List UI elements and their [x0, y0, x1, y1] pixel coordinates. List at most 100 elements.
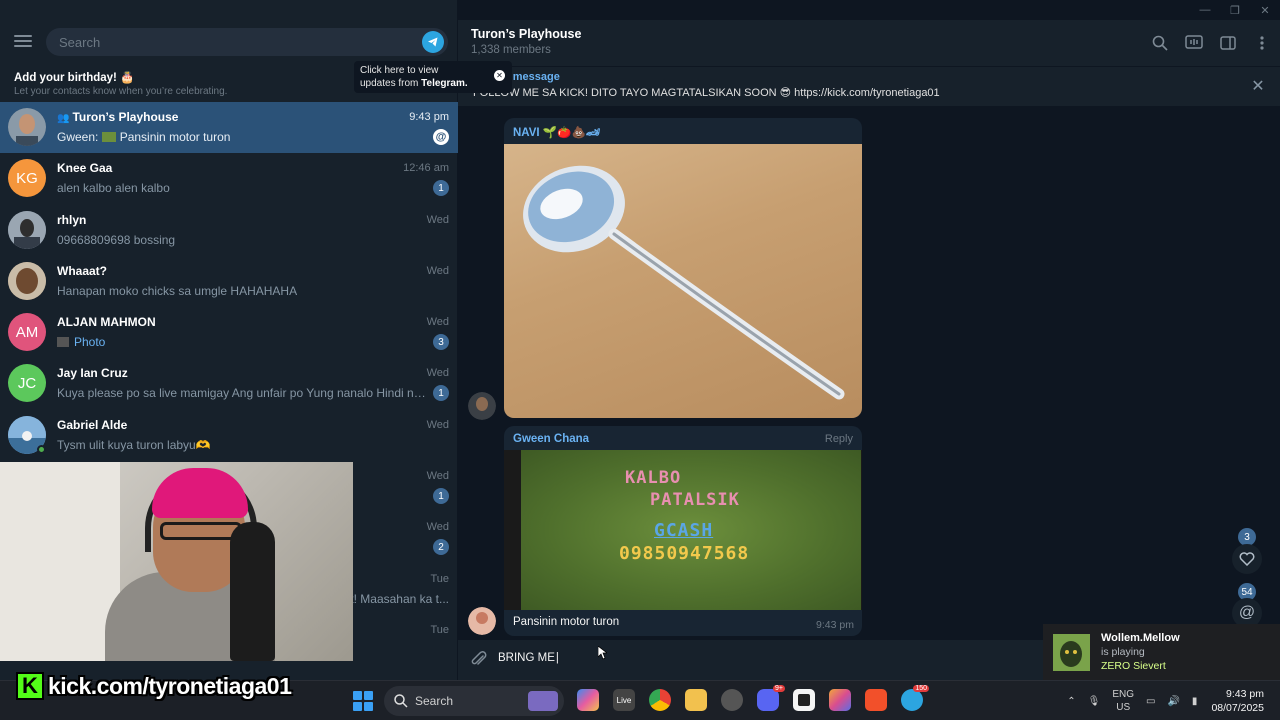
- chat-name: Whaaat?: [57, 263, 108, 278]
- mention-badge: @: [433, 129, 449, 145]
- pinned-message-bar[interactable]: Pinned message FOLLOW ME SA KICK! DITO T…: [458, 66, 1280, 106]
- app-square-icon[interactable]: [793, 689, 815, 711]
- taskbar-apps: Live 9+ 150: [577, 685, 929, 711]
- language-indicator[interactable]: ENG US: [1112, 688, 1134, 714]
- activity-toast[interactable]: Wollem.Mellow is playing ZERO Sievert: [1043, 624, 1280, 680]
- spoon-photo[interactable]: [504, 144, 862, 418]
- pinned-text: FOLLOW ME SA KICK! DITO TAYO MAGTATALSIK…: [473, 87, 940, 99]
- chat-preview: at! Maasahan ka t...: [343, 591, 449, 606]
- window-controls: — ❐ ✕: [1190, 0, 1280, 20]
- avatar: AM: [8, 313, 46, 352]
- toast-username: Wollem.Mellow: [1101, 632, 1180, 644]
- game-screenshot[interactable]: KALBO PATALSIK GCASH 09850947568: [504, 450, 862, 610]
- chat-item-jay-ian-cruz[interactable]: JC Jay Ian Cruz Wed Kuya please po sa li…: [0, 358, 458, 409]
- copilot-icon[interactable]: [577, 689, 599, 711]
- chat-header[interactable]: Turon’s Playhouse 1,338 members: [458, 20, 1280, 66]
- chrome-icon[interactable]: [649, 689, 671, 711]
- network-icon[interactable]: ▭: [1146, 695, 1155, 708]
- brave-icon[interactable]: [865, 689, 887, 711]
- attach-icon[interactable]: [470, 651, 488, 669]
- live-icon[interactable]: Live: [613, 689, 635, 711]
- chat-item-rhlyn[interactable]: rhlyn Wed 09668809698 bossing: [0, 205, 458, 256]
- tooltip-close-icon[interactable]: ✕: [494, 70, 505, 81]
- close-window-button[interactable]: ✕: [1250, 0, 1280, 20]
- chat-time: Wed: [426, 521, 449, 534]
- chat-item-knee-gaa[interactable]: KG Knee Gaa 12:46 am alen kalbo alen kal…: [0, 153, 458, 204]
- widgets-icon[interactable]: [528, 691, 558, 711]
- chat-item-whaaat[interactable]: Whaaat? Wed Hanapan moko chicks sa umgle…: [0, 256, 458, 307]
- close-icon[interactable]: ✕: [1250, 78, 1266, 95]
- toast-status: is playing: [1101, 646, 1145, 658]
- file-explorer-icon[interactable]: [685, 689, 707, 711]
- search-box: [46, 28, 448, 56]
- kick-logo-icon: K: [16, 672, 44, 700]
- message-bubble-photo[interactable]: NAVI 🌱🍅💩🏎: [504, 118, 862, 418]
- chat-name: Gabriel Alde: [57, 417, 128, 432]
- unread-badge: 2: [433, 539, 449, 556]
- voice-chat-icon[interactable]: [1184, 33, 1204, 53]
- more-icon[interactable]: [1252, 33, 1272, 53]
- clock[interactable]: 9:43 pm 08/07/2025: [1211, 687, 1264, 715]
- chevron-up-icon[interactable]: ⌃: [1067, 695, 1075, 708]
- discord-icon[interactable]: 9+: [757, 685, 785, 711]
- start-icon[interactable]: [353, 691, 373, 711]
- message-sender[interactable]: Gween Chana: [504, 426, 862, 450]
- telegram-icon[interactable]: 150: [901, 685, 929, 711]
- sender-avatar[interactable]: [468, 392, 496, 420]
- sender-avatar[interactable]: [468, 607, 496, 635]
- message-input[interactable]: BRING ME: [498, 652, 559, 664]
- chat-preview: Photo: [57, 335, 105, 349]
- gallery-icon[interactable]: [829, 689, 851, 711]
- chat-time: Wed: [426, 316, 449, 329]
- taskbar-search[interactable]: Search: [384, 686, 564, 716]
- unread-badge: 1: [433, 180, 449, 197]
- maximize-button[interactable]: ❐: [1220, 0, 1250, 20]
- chat-item-gabriel-alde[interactable]: Gabriel Alde Wed Tysm ulit kuya turon la…: [0, 410, 458, 461]
- search-input[interactable]: [46, 28, 406, 56]
- chat-time: 12:46 am: [403, 162, 449, 175]
- tooltip-line-1: Click here to view: [360, 65, 439, 76]
- avatar: [8, 261, 46, 300]
- unread-badge: 1: [433, 385, 449, 402]
- chat-preview: Gween: Pansinin motor turon: [57, 130, 231, 144]
- chat-preview: Kuya please po sa live mamigay Ang unfai…: [57, 386, 427, 401]
- avatar: JC: [8, 364, 46, 403]
- sidebar-topbar: [0, 0, 457, 68]
- online-indicator: [37, 444, 46, 454]
- chat-item-aljan-mahmon[interactable]: AM ALJAN MAHMON Wed Photo 3: [0, 307, 458, 358]
- microphone-icon[interactable]: 🎙: [1088, 695, 1101, 708]
- chat-preview: alen kalbo alen kalbo: [57, 181, 170, 196]
- chat-name: 👥 Turon’s Playhouse: [57, 110, 179, 124]
- webcam-overlay: [0, 462, 353, 661]
- hamburger-menu-icon[interactable]: [14, 35, 32, 47]
- chat-item-turons-playhouse[interactable]: 👥 Turon’s Playhouse 9:43 pm Gween: Pansin…: [0, 102, 458, 154]
- photo-thumb-icon: [57, 337, 69, 348]
- reply-link[interactable]: Reply: [825, 433, 853, 445]
- battery-icon[interactable]: ▮: [1192, 695, 1198, 708]
- message-time: 9:43 pm: [816, 619, 854, 631]
- chat-preview: Hanapan moko chicks sa umgle HAHAHAHA: [57, 283, 298, 298]
- kick-url: kick.com/tyronetiaga01: [48, 672, 292, 699]
- minimize-button[interactable]: —: [1190, 0, 1220, 20]
- chat-time: Wed: [426, 213, 449, 226]
- telegram-logo-icon[interactable]: [422, 31, 444, 53]
- search-icon[interactable]: [1150, 33, 1170, 53]
- chat-time: Tue: [430, 572, 449, 585]
- chat-time: Wed: [426, 418, 449, 431]
- volume-icon[interactable]: 🔊: [1167, 695, 1179, 708]
- clock-date: 08/07/2025: [1211, 702, 1264, 714]
- message-bubble-game[interactable]: Gween Chana Reply KALBO PATALSIK GCASH 0…: [504, 426, 862, 636]
- member-count: 1,338 members: [471, 44, 551, 56]
- game-avatar: [1053, 634, 1090, 671]
- heart-icon[interactable]: [1232, 544, 1262, 574]
- chat-name: rhlyn: [57, 212, 87, 227]
- sticker-thumb-icon: [101, 132, 116, 142]
- system-tray: ⌃ 🎙 ENG US ▭ 🔊 ▮ 9:43 pm 08/07/2025: [1061, 681, 1280, 720]
- message-sender[interactable]: NAVI 🌱🍅💩🏎: [504, 118, 862, 144]
- chat-time: 9:43 pm: [409, 111, 449, 123]
- chrome-dev-icon[interactable]: [721, 689, 743, 711]
- sidebar-toggle-icon[interactable]: [1218, 33, 1238, 53]
- chat-name: Jay Ian Cruz: [57, 366, 128, 381]
- chat-preview: Tysm ulit kuya turon labyu🫶: [57, 437, 211, 452]
- search-icon: [394, 694, 408, 708]
